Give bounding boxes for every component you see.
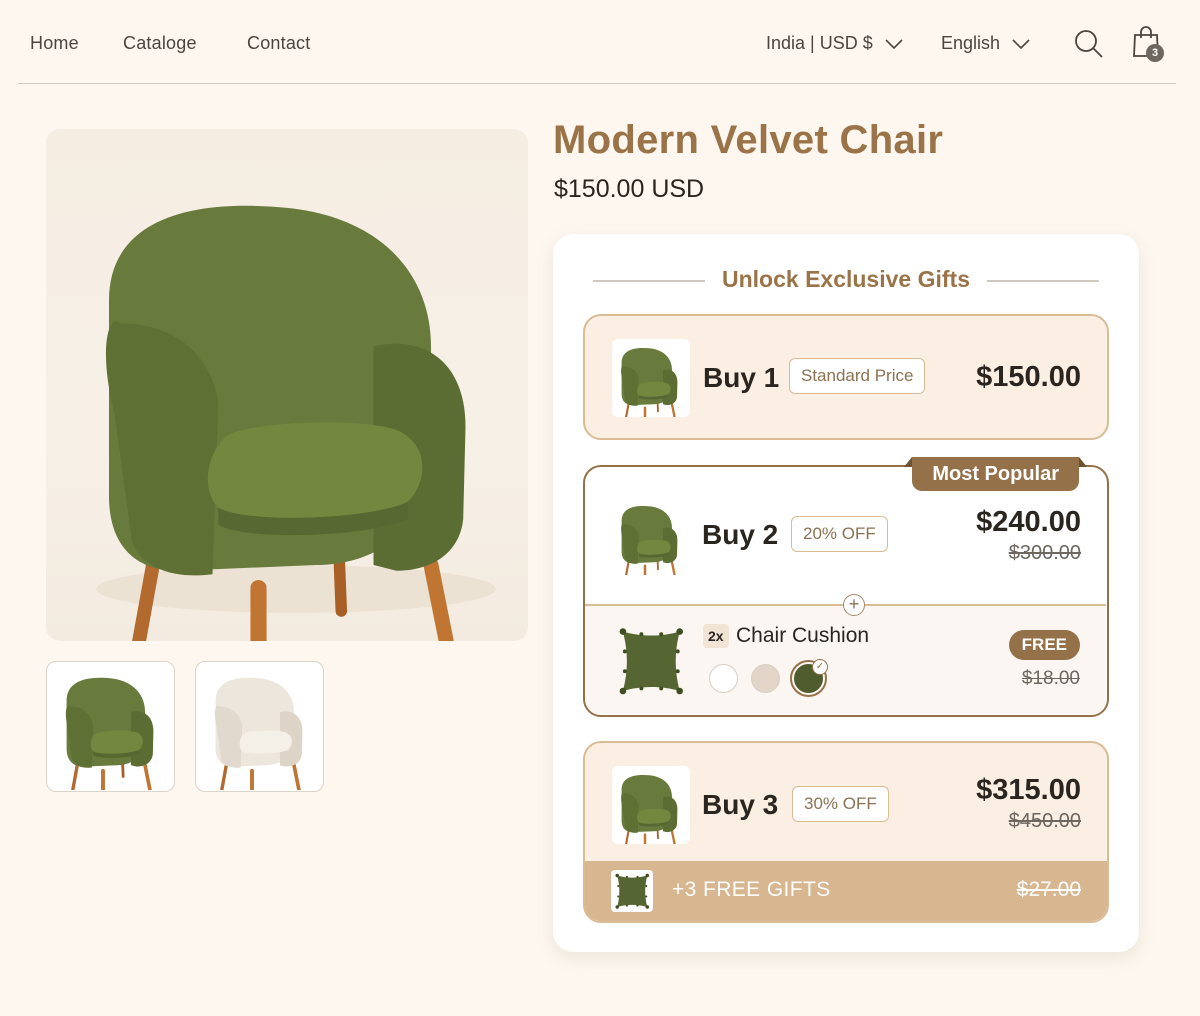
language-label: English bbox=[941, 33, 1001, 53]
gift-cushion-image bbox=[611, 870, 653, 912]
free-gifts-label: +3 FREE GIFTS bbox=[672, 878, 831, 901]
tier-discount-tag: 30% OFF bbox=[792, 786, 889, 822]
free-gifts-strip: +3 FREE GIFTS $27.00 bbox=[585, 861, 1107, 921]
currency-selector[interactable]: India | USD $ bbox=[766, 33, 903, 54]
bundle-option-buy-3[interactable]: Buy 3 30% OFF $315.00 $450.00 +3 FREE GI… bbox=[583, 741, 1109, 923]
product-main-image bbox=[46, 129, 528, 641]
gifts-heading: Unlock Exclusive Gifts bbox=[722, 266, 970, 292]
chevron-down-icon bbox=[1012, 33, 1030, 54]
bundle-option-buy-1[interactable]: Buy 1 Standard Price $150.00 bbox=[583, 314, 1109, 440]
swatch-olive-green[interactable]: ✓ bbox=[790, 659, 828, 697]
swatch-beige[interactable] bbox=[751, 664, 780, 693]
addon-chair-cushion: 2x Chair Cushion ✓ FREE $18.00 bbox=[585, 606, 1106, 714]
addon-free-badge: FREE bbox=[1008, 630, 1080, 660]
tier-quantity: Buy 3 bbox=[702, 789, 779, 820]
check-icon: ✓ bbox=[812, 659, 828, 675]
language-selector[interactable]: English bbox=[941, 33, 1030, 54]
tier-quantity: Buy 2 bbox=[702, 519, 779, 550]
gifts-original-price: $27.00 bbox=[1016, 878, 1081, 901]
most-popular-badge: Most Popular bbox=[904, 457, 1087, 491]
tier-discount-tag: 20% OFF bbox=[791, 516, 888, 552]
tier-product-image bbox=[612, 766, 690, 844]
addon-original-price: $18.00 bbox=[1021, 668, 1080, 689]
search-icon[interactable] bbox=[1074, 29, 1104, 64]
bundle-offer-card: Unlock Exclusive Gifts Buy 1 Standard Pr… bbox=[553, 234, 1139, 952]
tier-quantity: Buy 1 bbox=[703, 362, 780, 393]
cushion-image bbox=[612, 622, 690, 700]
product-title: Modern Velvet Chair bbox=[553, 118, 944, 162]
nav-link-home[interactable]: Home bbox=[30, 33, 79, 54]
tier-original-price: $300.00 bbox=[1008, 542, 1081, 564]
thumbnail-cream-chair[interactable] bbox=[195, 661, 324, 792]
swatch-white[interactable] bbox=[709, 664, 738, 693]
currency-label: India | USD $ bbox=[766, 33, 873, 53]
nav-link-contact[interactable]: Contact bbox=[247, 33, 310, 54]
tier-product-image bbox=[612, 339, 690, 417]
cart-count-badge: 3 bbox=[1146, 44, 1164, 62]
product-price: $150.00 USD bbox=[554, 175, 705, 203]
top-nav: Home Cataloge Contact India | USD $ Engl… bbox=[18, 0, 1176, 84]
plus-icon: + bbox=[843, 594, 865, 616]
tier-price: $150.00 bbox=[976, 361, 1081, 393]
addon-name: Chair Cushion bbox=[736, 624, 870, 647]
tier-product-image bbox=[612, 497, 690, 575]
tier-discount-tag: Standard Price bbox=[789, 358, 926, 394]
nav-link-catalog[interactable]: Cataloge bbox=[123, 33, 197, 54]
thumbnail-green-chair[interactable] bbox=[46, 661, 175, 792]
tier-price: $315.00 bbox=[976, 774, 1081, 806]
tier-price: $240.00 bbox=[976, 506, 1081, 538]
shopping-bag-icon[interactable]: 3 bbox=[1132, 26, 1168, 64]
chevron-down-icon bbox=[885, 33, 903, 54]
addon-quantity: 2x bbox=[703, 624, 729, 648]
bundle-option-buy-2[interactable]: Most Popular Buy 2 20% OFF $240.00 $300.… bbox=[583, 457, 1109, 717]
tier-original-price: $450.00 bbox=[1008, 810, 1081, 832]
